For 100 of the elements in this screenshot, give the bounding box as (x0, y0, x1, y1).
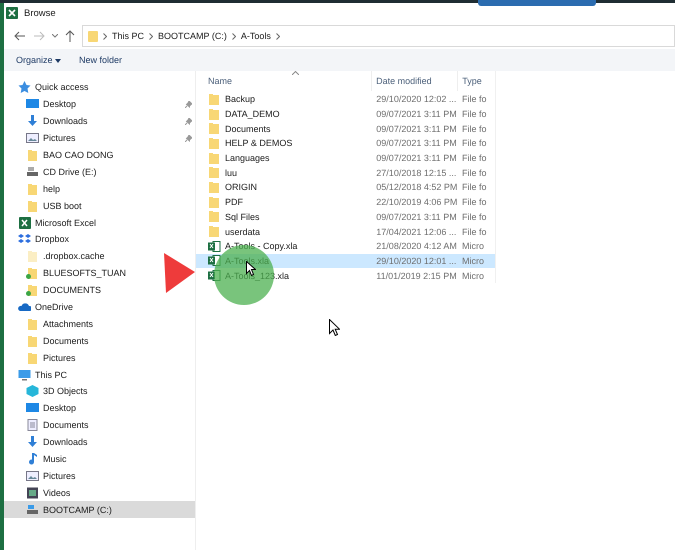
breadcrumb[interactable]: A-Tools (240, 31, 271, 41)
new-folder-button[interactable]: New folder (75, 53, 126, 67)
sidebar-item[interactable]: Pictures (4, 467, 80, 484)
caret-icon (55, 59, 62, 63)
drive-icon (26, 166, 39, 178)
file-row[interactable]: ORIGIN 05/12/2018 4:52 PM File fo (196, 180, 495, 195)
sidebar-item[interactable]: Microsoft Excel (4, 214, 100, 232)
file-row[interactable]: Documents 09/07/2021 3:11 PM File fo (196, 121, 495, 136)
file-name: PDF (225, 197, 243, 208)
pin-icon[interactable] (185, 100, 192, 108)
folder-icon (26, 352, 39, 364)
dropbox-icon (18, 233, 31, 246)
column-header[interactable]: Type (457, 71, 495, 91)
file-name: A-Tools.xla (225, 256, 270, 266)
breadcrumb[interactable]: This PC (112, 31, 144, 41)
date-cell-text: 11/01/2019 2:15 PM (375, 270, 458, 281)
sidebar-item[interactable]: This PC (4, 366, 72, 384)
sidebar-item[interactable]: USB boot (4, 197, 86, 214)
sidebar-item[interactable]: Quick access (4, 79, 93, 96)
folder-icon (208, 94, 221, 105)
folder-icon (208, 138, 221, 149)
file-row[interactable]: luu 27/10/2018 12:15 ... File fo (196, 165, 495, 180)
desktop-icon (26, 98, 39, 110)
type-cell-text: File fo (460, 153, 488, 164)
folder-icon (88, 30, 98, 42)
sidebar-item[interactable]: Documents (4, 332, 93, 350)
desktop-icon (26, 402, 39, 414)
forward-icon[interactable] (33, 31, 45, 41)
sidebar-item[interactable]: Pictures (4, 349, 80, 366)
file-name: ORIGIN (225, 182, 258, 192)
file-row[interactable]: HELP & DEMOS 09/07/2021 3:11 PM File fo (196, 136, 495, 151)
date-cell-text: 09/07/2021 3:11 PM (375, 124, 458, 134)
sidebar-item[interactable]: BAO CAO DONG (4, 146, 118, 164)
sidebar-item[interactable]: BLUESOFTS_TUAN (4, 264, 130, 282)
up-icon[interactable] (65, 30, 75, 42)
sidebar-item[interactable]: DOCUMENTS (4, 282, 105, 299)
file-name: Documents (225, 124, 271, 134)
monitor-icon (18, 368, 31, 381)
folder-icon (208, 152, 221, 164)
type-cell-text: Micro (460, 241, 485, 252)
film-icon (26, 486, 39, 499)
folder-icon (26, 334, 39, 347)
sidebar-item[interactable]: Desktop (4, 96, 195, 113)
file-name: Backup (225, 94, 256, 104)
sidebar-item[interactable]: 3D Objects (4, 383, 92, 400)
sidebar-item[interactable]: Attachments (4, 315, 98, 332)
sidebar-item[interactable]: Downloads (4, 112, 195, 130)
sidebar-item[interactable]: Music (4, 450, 71, 468)
folder-icon (26, 182, 39, 195)
sidebar-item[interactable]: OneDrive (4, 298, 78, 316)
file-row[interactable]: Languages 09/07/2021 3:11 PM File fo (196, 150, 495, 166)
breadcrumb[interactable]: BOOTCAMP (C:) (158, 31, 227, 41)
sidebar-item[interactable]: Downloads (4, 434, 92, 451)
folder-icon (26, 284, 39, 296)
file-row[interactable]: Backup 29/10/2020 12:02 ... File fo (196, 92, 495, 107)
file-name: A-Tools - Copy.xla (225, 241, 298, 252)
sidebar-item[interactable]: Videos (4, 484, 74, 502)
sidebar-item[interactable]: .dropbox.cache (4, 248, 109, 265)
folder-icon (26, 149, 39, 161)
pin-icon[interactable] (185, 118, 192, 125)
folder-icon (208, 123, 221, 134)
date-cell-text: 05/12/2018 4:52 PM (375, 182, 458, 192)
file-name: luu (225, 168, 238, 178)
sidebar-item[interactable]: BOOTCAMP (C:) (4, 501, 195, 518)
file-row[interactable]: A-Tools - Copy.xla 21/08/2020 4:12 AM Micro (196, 238, 495, 254)
image-icon (26, 132, 39, 144)
sidebar-item[interactable]: Pictures (4, 130, 195, 147)
back-icon[interactable] (14, 31, 26, 41)
date-cell-text: 09/07/2021 3:11 PM (375, 138, 458, 148)
file-row[interactable]: DATA_DEMO 09/07/2021 3:11 PM File fo (196, 106, 495, 122)
pin-icon[interactable] (185, 134, 192, 142)
type-cell-text: Micro (460, 256, 485, 266)
sidebar-item[interactable]: Documents (4, 416, 93, 434)
folder-icon (208, 167, 221, 178)
folder-icon (208, 196, 221, 208)
date-cell-text: 21/08/2020 4:12 AM (375, 241, 458, 252)
music-note-icon (26, 453, 39, 466)
folder-icon (26, 267, 39, 280)
chevron-icon (232, 32, 236, 40)
type-cell-text: File fo (460, 197, 488, 208)
sidebar-item[interactable]: CD Drive (E:) (4, 163, 100, 180)
folder-icon (26, 250, 39, 262)
chevron-icon (276, 32, 280, 40)
address-bar[interactable]: This PC BOOTCAMP (C:) A-Tools (82, 25, 675, 47)
sidebar-item[interactable]: Dropbox (4, 231, 74, 248)
sidebar-item[interactable]: help (4, 180, 64, 198)
folder-icon (26, 200, 39, 212)
sidebar-item[interactable]: Desktop (4, 400, 80, 417)
date-cell-text: 09/07/2021 3:11 PM (375, 153, 458, 164)
document-icon (26, 419, 39, 432)
file-row[interactable]: userdata 17/04/2021 12:06 ... File fo (196, 224, 495, 239)
file-row[interactable]: Sql Files 09/07/2021 3:11 PM File fo (196, 210, 495, 224)
column-header[interactable]: Name (196, 76, 372, 86)
file-name: DATA_DEMO (225, 109, 280, 120)
dropdown-icon[interactable] (52, 34, 58, 38)
star-icon (18, 81, 31, 94)
organize-button[interactable]: Organize (12, 53, 66, 67)
file-row[interactable]: PDF 22/10/2019 4:06 PM File fo (196, 194, 495, 210)
column-header[interactable]: Date modified (371, 71, 458, 91)
date-cell-text: 09/07/2021 3:11 PM (375, 109, 458, 120)
